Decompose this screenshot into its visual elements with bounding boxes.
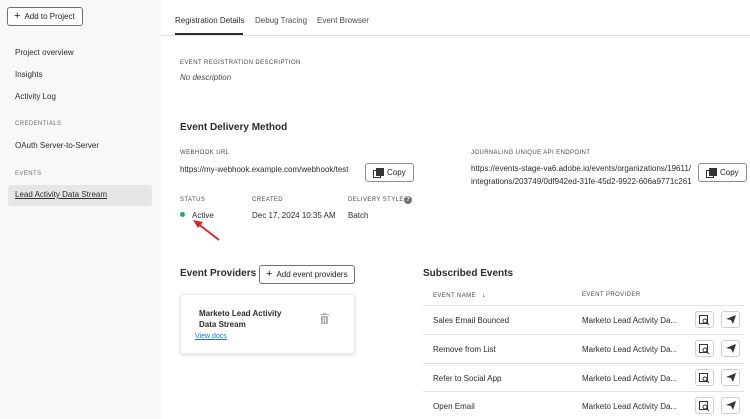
events-section-label: EVENTS (15, 171, 42, 177)
tab-debug-tracing[interactable]: Debug Tracing (255, 16, 307, 25)
status-active-dot (180, 212, 185, 217)
tab-bar: Registration Details Debug Tracing Event… (161, 0, 750, 36)
delivery-style-label: DELIVERY STYLE (348, 197, 404, 203)
send-icon (725, 344, 736, 353)
journaling-endpoint-line1: https://events-stage-va6.adobe.io/events… (471, 164, 691, 173)
journaling-endpoint-label: JOURNALING UNIQUE API ENDPOINT (471, 150, 591, 156)
webhook-url-value: https://my-webhook.example.com/webhook/t… (180, 165, 349, 174)
table-row: Remove from List Marketo Lead Activity D… (423, 334, 744, 362)
trash-icon[interactable] (320, 313, 329, 324)
provider-card: Marketo Lead Activity Data Stream View d… (180, 294, 355, 354)
copy-webhook-button[interactable]: Copy (365, 163, 414, 182)
add-event-providers-button[interactable]: + Add event providers (259, 265, 355, 284)
column-header-event-name[interactable]: EVENT NAME ↓ (433, 292, 486, 299)
tab-event-browser[interactable]: Event Browser (317, 16, 369, 25)
sidebar-item-activity-log[interactable]: Activity Log (15, 92, 56, 101)
event-name: Open Email (433, 402, 475, 411)
send-event-button[interactable] (721, 369, 740, 386)
send-event-button[interactable] (721, 397, 740, 414)
add-event-providers-label: Add event providers (276, 270, 348, 279)
created-value: Dec 17, 2024 10:35 AM (252, 211, 336, 220)
add-to-project-button[interactable]: + Add to Project (7, 7, 83, 26)
event-providers-heading: Event Providers (180, 268, 257, 279)
send-icon (725, 315, 736, 324)
view-docs-link[interactable]: View docs (195, 333, 227, 340)
event-delivery-method-heading: Event Delivery Method (180, 122, 288, 133)
event-name: Remove from List (433, 345, 496, 354)
credentials-section-label: CREDENTIALS (15, 121, 62, 127)
copy-label: Copy (387, 168, 406, 177)
view-event-button[interactable] (695, 397, 714, 414)
webhook-url-label: WEBHOOK URL (180, 150, 230, 156)
search-document-icon (699, 314, 710, 325)
send-event-button[interactable] (721, 340, 740, 357)
sidebar-item-oauth-server-to-server[interactable]: OAuth Server-to-Server (15, 141, 99, 150)
table-row: Refer to Social App Marketo Lead Activit… (423, 363, 744, 391)
copy-icon (706, 168, 717, 178)
provider-card-title: Marketo Lead Activity Data Stream (199, 309, 282, 329)
sidebar-item-label: Lead Activity Data Stream (15, 190, 108, 199)
journaling-endpoint-line2: integrations/203749/0df942ed-31fe-45d2-9… (471, 177, 692, 186)
send-icon (725, 401, 736, 410)
status-label: STATUS (180, 197, 206, 203)
sidebar-item-insights[interactable]: Insights (15, 70, 43, 79)
view-event-button[interactable] (695, 369, 714, 386)
annotation-arrow-icon (193, 220, 220, 241)
created-label: CREATED (252, 197, 284, 203)
table-row: Open Email Marketo Lead Activity Da... (423, 391, 744, 419)
copy-icon (373, 168, 384, 178)
help-icon[interactable]: ? (404, 196, 412, 204)
table-row: Sales Email Bounced Marketo Lead Activit… (423, 305, 744, 333)
plus-icon: + (266, 268, 273, 280)
column-header-label: EVENT NAME (433, 293, 476, 299)
subscribed-events-heading: Subscribed Events (423, 268, 514, 279)
send-event-button[interactable] (721, 311, 740, 328)
plus-icon: + (14, 10, 21, 22)
delivery-style-value: Batch (348, 211, 369, 220)
column-header-event-provider: EVENT PROVIDER (582, 292, 641, 298)
sidebar-item-lead-activity-data-stream[interactable]: Lead Activity Data Stream (8, 185, 152, 206)
sidebar: + Add to Project Project overview Insigh… (0, 0, 161, 419)
search-document-icon (699, 372, 710, 383)
send-icon (725, 373, 736, 382)
event-provider: Marketo Lead Activity Da... (582, 316, 678, 325)
sort-arrow-down-icon: ↓ (481, 292, 486, 299)
event-name: Refer to Social App (433, 374, 502, 383)
view-event-button[interactable] (695, 340, 714, 357)
description-value: No description (180, 73, 232, 82)
event-name: Sales Email Bounced (433, 316, 510, 325)
active-tab-indicator (175, 33, 243, 35)
search-document-icon (699, 400, 710, 411)
event-provider: Marketo Lead Activity Da... (582, 345, 678, 354)
add-to-project-label: Add to Project (24, 12, 75, 21)
tab-registration-details[interactable]: Registration Details (175, 16, 244, 25)
copy-label: Copy (720, 168, 739, 177)
search-document-icon (699, 343, 710, 354)
view-event-button[interactable] (695, 311, 714, 328)
description-label: EVENT REGISTRATION DESCRIPTION (180, 60, 301, 66)
copy-journaling-button[interactable]: Copy (698, 163, 747, 182)
event-provider: Marketo Lead Activity Da... (582, 374, 678, 383)
sidebar-item-project-overview[interactable]: Project overview (15, 48, 74, 57)
event-provider: Marketo Lead Activity Da... (582, 402, 678, 411)
